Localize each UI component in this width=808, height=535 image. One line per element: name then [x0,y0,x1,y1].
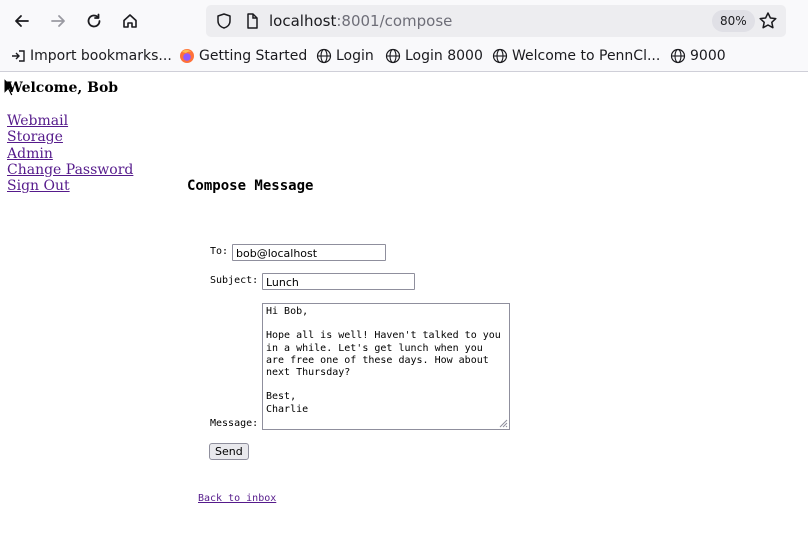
bookmark-login[interactable]: Login [316,45,374,67]
firefox-icon [180,49,194,63]
bookmark-9000[interactable]: 9000 [670,45,726,67]
nav-link-change-password[interactable]: Change Password [7,162,133,178]
reload-icon [87,13,101,28]
message-text: Hi Bob, Hope all is well! Haven't talked… [266,306,501,415]
home-icon [123,14,137,28]
bookmark-label: Getting Started [199,48,308,64]
url-text[interactable]: localhost:8001/compose [269,11,452,31]
bookmark-welcome-penncl[interactable]: Welcome to PennCl... [492,45,660,67]
url-path: :8001/compose [336,12,453,30]
shield-icon[interactable] [215,12,233,30]
bookmark-import[interactable]: Import bookmarks... [10,45,172,67]
send-button[interactable]: Send [209,443,249,460]
nav-link-admin[interactable]: Admin [7,146,133,162]
globe-icon [316,48,332,64]
bookmark-label: Welcome to PennCl... [512,48,661,64]
page-icon[interactable] [243,12,261,30]
globe-icon [492,48,508,64]
bookmark-getting-started[interactable]: Getting Started [179,45,307,67]
to-label: To: [210,246,229,257]
bookmark-label: Import bookmarks... [30,48,172,64]
arrow-right-icon [51,15,65,27]
page-title: Compose Message [187,178,314,194]
nav-links: Webmail Storage Admin Change Password Si… [7,113,133,194]
arrow-left-icon [15,15,29,27]
reload-button[interactable] [80,7,108,35]
back-to-inbox-link[interactable]: Back to inbox [198,493,276,504]
forward-button[interactable] [44,7,72,35]
back-button[interactable] [8,7,36,35]
nav-link-sign-out[interactable]: Sign Out [7,178,133,194]
nav-link-webmail[interactable]: Webmail [7,113,133,129]
home-button[interactable] [116,7,144,35]
bookmarks-bar: Import bookmarks... Getting Started Logi… [0,42,808,70]
resize-grip-icon[interactable] [499,419,508,428]
subject-label: Subject: [210,275,259,286]
import-icon [12,50,25,62]
star-icon[interactable] [758,11,778,31]
globe-icon [670,48,686,64]
globe-icon [385,48,401,64]
bookmark-label: 9000 [690,48,726,64]
browser-toolbar: localhost:8001/compose 80% Import bookma… [0,0,808,72]
address-bar[interactable]: localhost:8001/compose 80% [206,5,786,37]
url-host: localhost [269,12,337,30]
welcome-heading: Welcome, Bob [7,80,119,96]
to-field[interactable]: bob@localhost [232,244,386,261]
nav-link-storage[interactable]: Storage [7,129,133,145]
zoom-badge[interactable]: 80% [712,10,755,32]
message-label: Message: [210,418,259,429]
message-textarea[interactable]: Hi Bob, Hope all is well! Haven't talked… [262,303,510,430]
bookmark-label: Login 8000 [405,48,483,64]
bookmark-label: Login [336,48,374,64]
page-content: Welcome, Bob Webmail Storage Admin Chang… [0,72,808,535]
subject-field[interactable]: Lunch [262,273,415,290]
bookmark-login-8000[interactable]: Login 8000 [385,45,483,67]
